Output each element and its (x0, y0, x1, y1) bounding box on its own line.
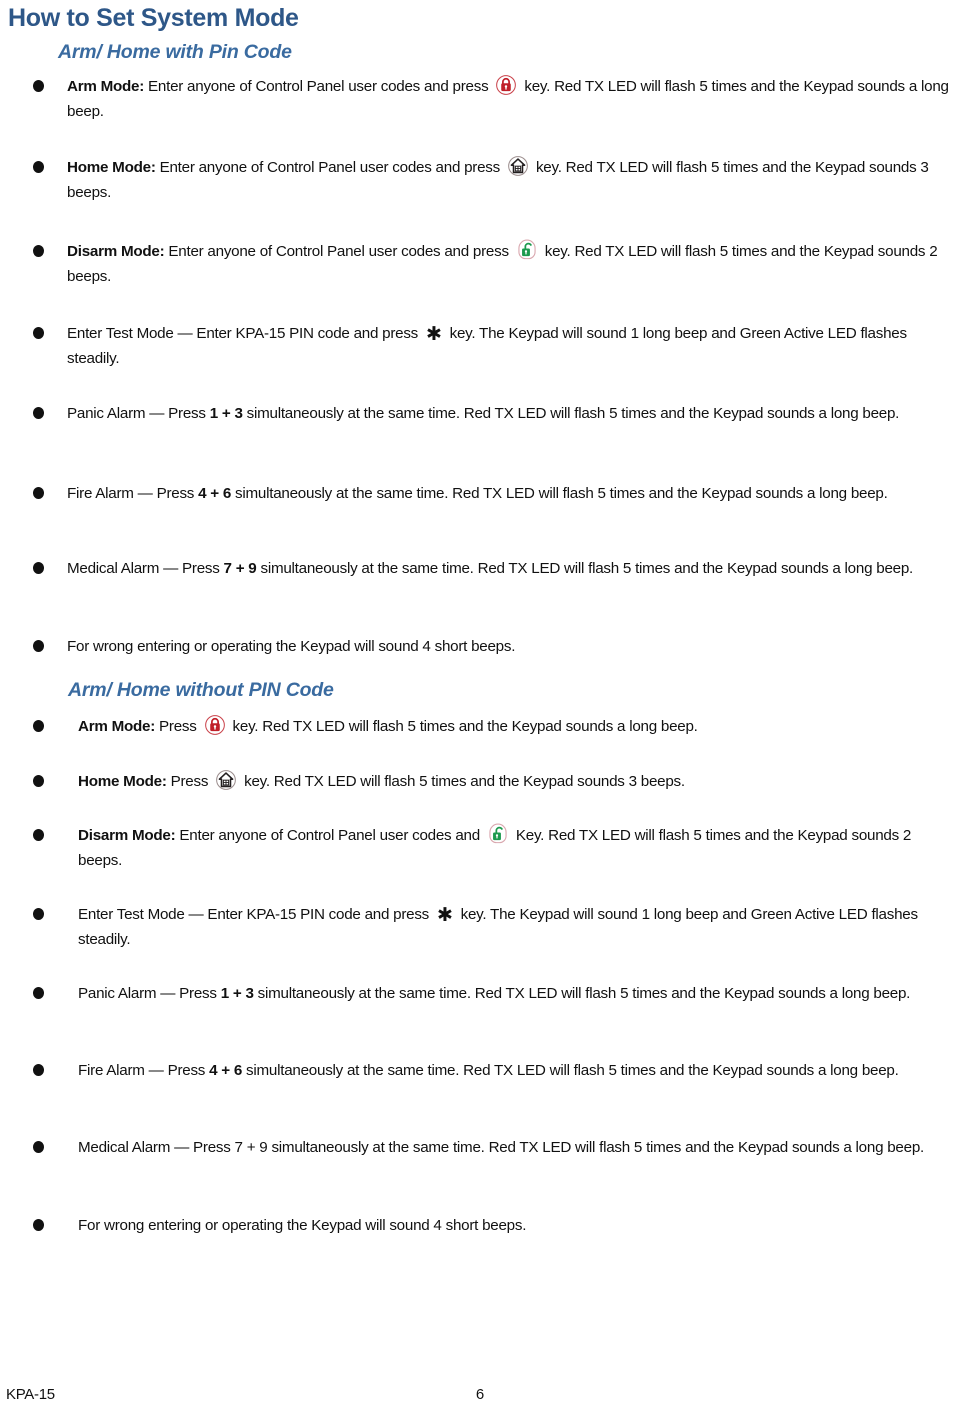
bullet-marker-icon (33, 562, 44, 574)
bullet-marker-icon (33, 720, 44, 732)
key-combo: 1 + 3 (209, 405, 243, 422)
list-item-label: Disarm Mode: (78, 827, 176, 844)
bullet-marker-icon (33, 1141, 44, 1153)
bullet-marker-icon (33, 161, 44, 173)
list-item-text: Disarm Mode: Enter anyone of Control Pan… (67, 239, 952, 289)
list-item-label: Disarm Mode: (67, 243, 165, 260)
lock-closed-icon (495, 74, 517, 96)
list-item-text: Arm Mode: Press key. Red TX LED will fla… (78, 714, 952, 739)
home-icon (507, 155, 529, 177)
lock-closed-icon (204, 714, 226, 736)
bullet-marker-icon (33, 327, 44, 339)
bullet-marker-icon (33, 640, 44, 652)
bullet-marker-icon (33, 1064, 44, 1076)
lock-open-icon (516, 239, 538, 261)
key-combo: 7 + 9 (223, 560, 257, 577)
list-item-text: Medical Alarm — Press 7 + 9 simultaneous… (78, 1139, 924, 1156)
list-item-text: Arm Mode: Enter anyone of Control Panel … (67, 74, 952, 124)
bullet-marker-icon (33, 908, 44, 920)
bullet-marker-icon (33, 829, 44, 841)
bullet-marker-icon (33, 1219, 44, 1231)
bullet-marker-icon (33, 407, 44, 419)
list-item-text: Fire Alarm — Press 4 + 6 simultaneously … (67, 485, 888, 502)
list-item-text: For wrong entering or operating the Keyp… (67, 638, 516, 655)
list-item-text: Home Mode: Enter anyone of Control Panel… (67, 155, 952, 205)
list-item-text: Disarm Mode: Enter anyone of Control Pan… (78, 823, 952, 873)
list-item-text: Home Mode: Press key. Red TX LED will fl… (78, 769, 952, 794)
bullet-marker-icon (33, 775, 44, 787)
bullet-marker-icon (33, 987, 44, 999)
document-page: How to Set System Mode Arm/ Home with Pi… (0, 0, 960, 1414)
page-title: How to Set System Mode (8, 4, 299, 32)
asterisk-key-icon: ✱ (437, 905, 453, 926)
section-heading-arm-home-with-pin: Arm/ Home with Pin Code (58, 41, 292, 63)
home-icon (215, 769, 237, 791)
key-combo: 1 + 3 (220, 985, 254, 1002)
bullet-marker-icon (33, 487, 44, 499)
list-item-text: Fire Alarm — Press 4 + 6 simultaneously … (78, 1062, 899, 1079)
footer-page-number: 6 (475, 1386, 485, 1403)
key-combo: 4 + 6 (198, 485, 232, 502)
list-item-text: Enter Test Mode — Enter KPA-15 PIN code … (78, 905, 918, 948)
list-item-label: Home Mode: (67, 159, 156, 176)
list-item-text: Panic Alarm — Press 1 + 3 simultaneously… (67, 405, 900, 422)
key-combo: 4 + 6 (209, 1062, 243, 1079)
list-item-label: Arm Mode: (78, 718, 156, 735)
list-item-text: Enter Test Mode — Enter KPA-15 PIN code … (67, 324, 907, 367)
list-item-text: Panic Alarm — Press 1 + 3 simultaneously… (78, 985, 911, 1002)
list-item-label: Arm Mode: (67, 78, 145, 95)
bullet-marker-icon (33, 80, 44, 92)
lock-open-icon (487, 823, 509, 845)
list-item-text: Medical Alarm — Press 7 + 9 simultaneous… (67, 560, 913, 577)
list-item-label: Home Mode: (78, 773, 167, 790)
asterisk-key-icon: ✱ (426, 324, 442, 345)
section-heading-arm-home-without-pin: Arm/ Home without PIN Code (68, 679, 334, 701)
list-item-text: For wrong entering or operating the Keyp… (78, 1217, 527, 1234)
bullet-marker-icon (33, 245, 44, 257)
